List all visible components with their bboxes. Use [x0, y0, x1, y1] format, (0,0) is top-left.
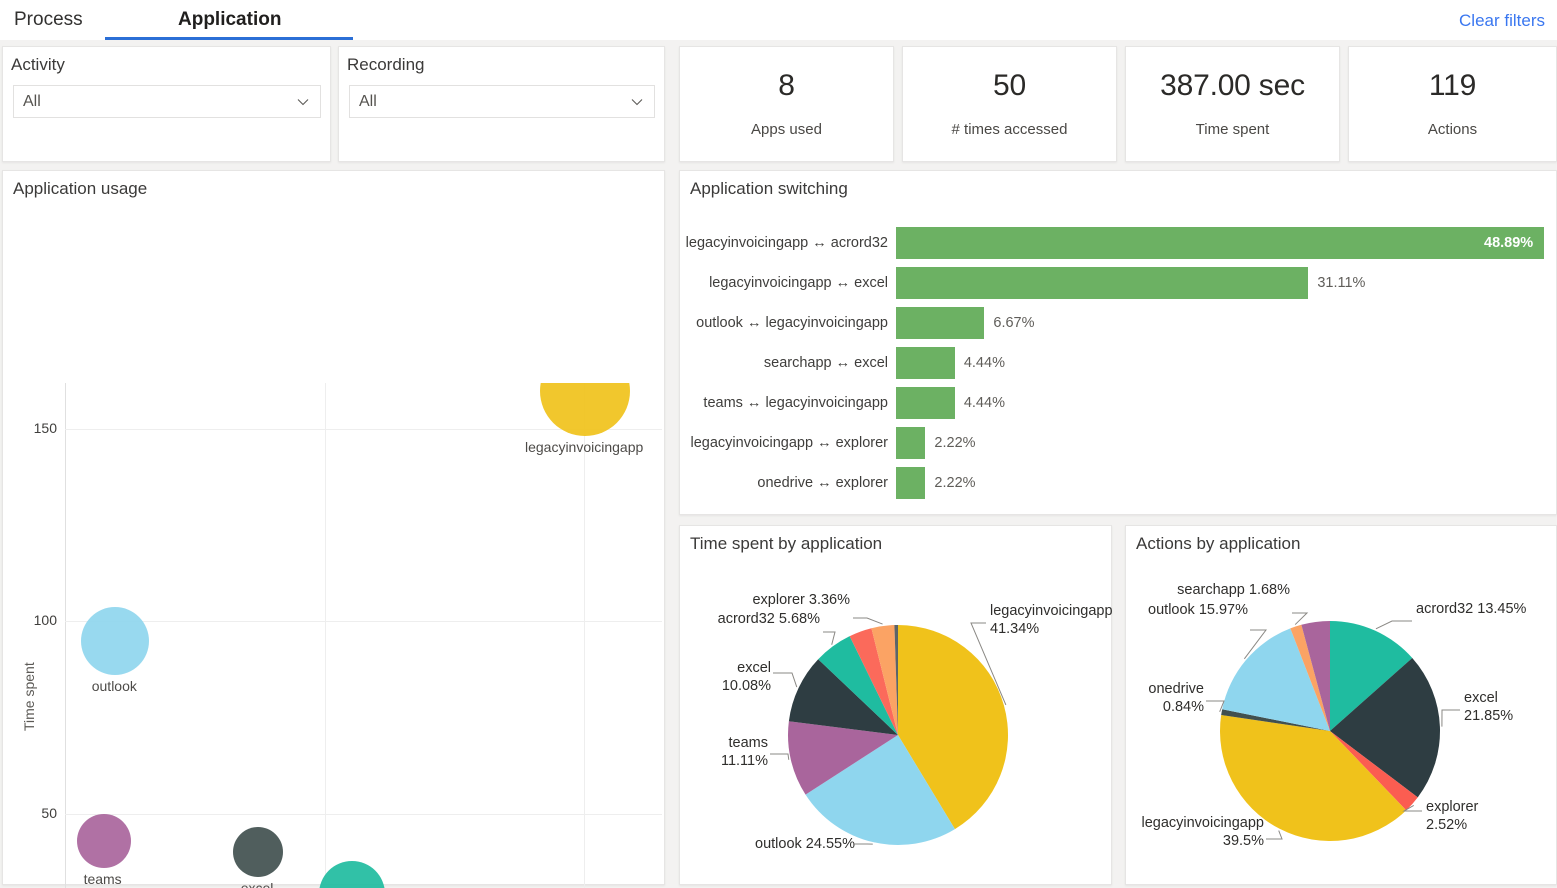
bubble-excel[interactable] [233, 827, 283, 877]
switching-row[interactable]: searchapp ↔ excel 4.44% [680, 347, 1557, 379]
pie-label-excel: excel 21.85% [1464, 689, 1556, 725]
filter-label-recording: Recording [347, 55, 425, 75]
actions-by-application-panel: Actions by application acrord32 13.45%ex… [1125, 525, 1557, 885]
switching-category-label: teams ↔ legacyinvoicingapp [703, 395, 888, 411]
switching-row[interactable]: legacyinvoicingapp ↔ excel 31.11% [680, 267, 1557, 299]
switching-bar[interactable] [896, 427, 925, 459]
top-tab-bar: Process Application Clear filters [0, 0, 1557, 40]
switching-bar[interactable] [896, 387, 955, 419]
y-tick-label: 50 [41, 805, 57, 821]
time-spent-by-application-panel: Time spent by application legacyinvoicin… [679, 525, 1112, 885]
pie-svg [680, 526, 1113, 886]
bubble-legacyinvoicingapp[interactable] [540, 383, 630, 436]
kpi-value: 119 [1349, 69, 1556, 103]
switching-row[interactable]: outlook ↔ legacyinvoicingapp 6.67% [680, 307, 1557, 339]
switching-category-label: onedrive ↔ explorer [757, 475, 888, 491]
switching-row[interactable]: legacyinvoicingapp ↔ acrord32 48.89% [680, 227, 1557, 259]
switching-value-label: 2.22% [934, 435, 975, 451]
filter-card-recording: Recording All [338, 46, 665, 162]
switching-category-label: legacyinvoicingapp ↔ acrord32 [686, 235, 888, 251]
application-switching-panel: Application switching legacyinvoicingapp… [679, 170, 1557, 515]
kpi-label: Apps used [680, 121, 893, 138]
filter-card-activity: Activity All [2, 46, 331, 162]
pie-label-outlook: outlook 24.55% [755, 835, 851, 853]
plot-area [65, 383, 662, 888]
tab-application[interactable]: Application [178, 9, 281, 31]
bubble-label-teams: teams [13, 871, 193, 887]
switching-category-label: searchapp ↔ excel [764, 355, 888, 371]
pie-label-teams: teams 11.11% [682, 734, 768, 770]
application-usage-panel: Application usage 05010015001020# times … [2, 170, 665, 885]
recording-select[interactable]: All [349, 85, 655, 118]
recording-select-value: All [359, 93, 377, 111]
chevron-down-icon [630, 95, 644, 109]
switching-value-label: 6.67% [993, 315, 1034, 331]
switching-value-label: 4.44% [964, 395, 1005, 411]
pie-label-searchapp: searchapp 1.68% [1146, 581, 1290, 599]
pie-label-explorer: explorer 3.36% [716, 591, 850, 609]
switching-bar[interactable] [896, 467, 925, 499]
activity-select[interactable]: All [13, 85, 321, 118]
switching-value-label: 2.22% [934, 475, 975, 491]
bubble-outlook[interactable] [81, 607, 149, 675]
kpi-label: # times accessed [903, 121, 1116, 138]
bubble-label-legacyinvoicingapp: legacyinvoicingapp [494, 439, 674, 455]
tab-process[interactable]: Process [14, 9, 83, 31]
switching-bar[interactable] [896, 227, 1544, 259]
actions-pie-chart[interactable]: acrord32 13.45% excel 21.85% explorer 2.52… [1126, 526, 1557, 886]
pie-label-acrord32: acrord32 13.45% [1416, 600, 1526, 618]
switching-category-label: legacyinvoicingapp ↔ excel [709, 275, 888, 291]
pie-label-acrord32: acrord32 5.68% [682, 610, 820, 628]
pie-label-excel: excel 10.08% [682, 659, 771, 695]
switching-value-label: 31.11% [1317, 275, 1365, 291]
filter-label-activity: Activity [11, 55, 65, 75]
pie-label-outlook: outlook 15.97% [1128, 601, 1248, 619]
clear-filters-link[interactable]: Clear filters [1459, 11, 1545, 31]
switching-value-label: 4.44% [964, 355, 1005, 371]
kpi-label: Time spent [1126, 121, 1339, 138]
bubble-label-excel: excel [167, 880, 347, 888]
chevron-down-icon [296, 95, 310, 109]
bubble-teams[interactable] [77, 814, 131, 868]
pie-label-explorer: explorer 2.52% [1426, 798, 1516, 834]
kpi-card-apps-used: 8 Apps used [679, 46, 894, 162]
switching-value-label: 48.89% [1484, 235, 1533, 251]
kpi-card-times-accessed: 50 # times accessed [902, 46, 1117, 162]
pie-label-legacyinvoicingapp: legacyinvoicingapp 39.5% [1128, 814, 1264, 850]
time-spent-pie-chart[interactable]: legacyinvoicingapp 41.34% outlook 24.55% t… [680, 526, 1113, 886]
application-switching-chart[interactable]: legacyinvoicingapp ↔ acrord3248.89%legac… [680, 171, 1557, 516]
application-usage-chart[interactable]: 05010015001020# times accessedTime spent… [3, 171, 666, 886]
switching-bar[interactable] [896, 347, 955, 379]
kpi-label: Actions [1349, 121, 1556, 138]
switching-category-label: outlook ↔ legacyinvoicingapp [696, 315, 888, 331]
active-tab-indicator [105, 37, 353, 40]
switching-bar[interactable] [896, 267, 1308, 299]
y-axis-title: Time spent [21, 662, 37, 731]
y-tick-label: 150 [34, 420, 57, 436]
pie-label-onedrive: onedrive 0.84% [1128, 680, 1204, 716]
switching-row[interactable]: onedrive ↔ explorer 2.22% [680, 467, 1557, 499]
kpi-card-time-spent: 387.00 sec Time spent [1125, 46, 1340, 162]
bubble-label-outlook: outlook [24, 678, 204, 694]
switching-row[interactable]: legacyinvoicingapp ↔ explorer 2.22% [680, 427, 1557, 459]
kpi-value: 8 [680, 69, 893, 103]
switching-category-label: legacyinvoicingapp ↔ explorer [691, 435, 888, 451]
switching-row[interactable]: teams ↔ legacyinvoicingapp 4.44% [680, 387, 1557, 419]
y-tick-label: 100 [34, 612, 57, 628]
kpi-value: 50 [903, 69, 1116, 103]
kpi-value: 387.00 sec [1126, 69, 1339, 103]
kpi-card-actions: 119 Actions [1348, 46, 1557, 162]
activity-select-value: All [23, 93, 41, 111]
pie-label-legacyinvoicingapp: legacyinvoicingapp 41.34% [990, 602, 1113, 638]
switching-bar[interactable] [896, 307, 984, 339]
